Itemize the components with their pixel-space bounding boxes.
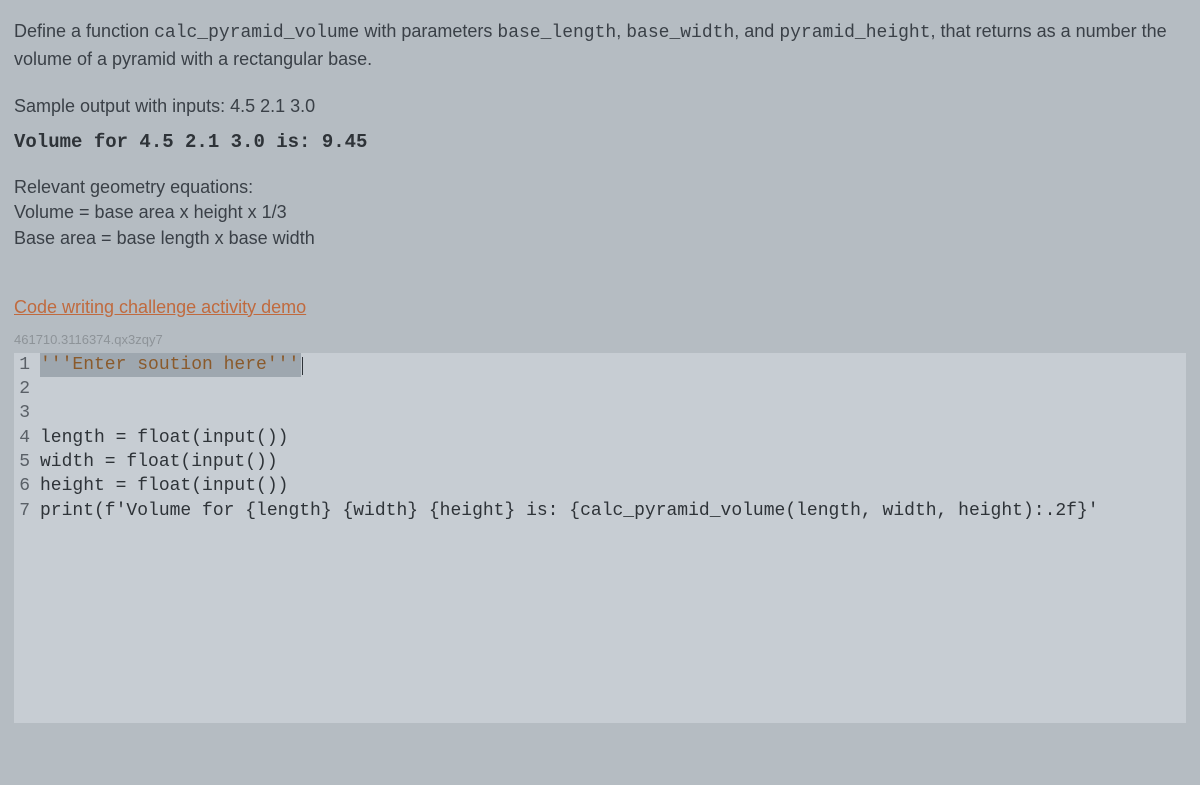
param-3: pyramid_height [779,23,930,43]
code-line: 7 print(f'Volume for {length} {width} {h… [14,499,1186,523]
sample-output-label: Sample output with inputs: 4.5 2.1 3.0 [14,96,1186,117]
param-2: base_width [626,23,734,43]
geometry-equations: Relevant geometry equations: Volume = ba… [14,175,1186,251]
line-number: 5 [14,450,40,474]
line-number: 1 [14,353,40,377]
sample-output-value: Volume for 4.5 2.1 3.0 is: 9.45 [14,131,1186,153]
fn-name: calc_pyramid_volume [154,23,359,43]
code-line: 4 length = float(input()) [14,426,1186,450]
param-1: base_length [497,23,616,43]
line-number: 6 [14,474,40,498]
editor-empty-area[interactable] [14,523,1186,723]
line-number: 3 [14,401,40,425]
code-line: 2 [14,377,1186,401]
line-number: 2 [14,377,40,401]
code-line: 1 '''Enter soution here''' [14,353,1186,377]
demo-link[interactable]: Code writing challenge activity demo [14,297,306,318]
text-cursor [302,357,303,375]
line-number: 7 [14,499,40,523]
desc-text: , [616,21,626,41]
code-content[interactable]: height = float(input()) [40,474,1186,498]
code-content[interactable]: width = float(input()) [40,450,1186,474]
code-content[interactable]: '''Enter soution here''' [40,353,1186,377]
desc-text: Define a function [14,21,154,41]
exercise-panel: Define a function calc_pyramid_volume wi… [0,0,1200,733]
geometry-eq-2: Base area = base length x base width [14,226,1186,251]
code-line: 5 width = float(input()) [14,450,1186,474]
question-id: 461710.3116374.qx3zqy7 [14,332,1186,347]
desc-text: , and [734,21,779,41]
geometry-heading: Relevant geometry equations: [14,175,1186,200]
code-line: 6 height = float(input()) [14,474,1186,498]
code-editor[interactable]: 1 '''Enter soution here''' 2 3 4 length … [14,353,1186,723]
problem-description: Define a function calc_pyramid_volume wi… [14,18,1186,72]
geometry-eq-1: Volume = base area x height x 1/3 [14,200,1186,225]
code-line: 3 [14,401,1186,425]
code-content[interactable]: length = float(input()) [40,426,1186,450]
code-content[interactable]: print(f'Volume for {length} {width} {hei… [40,499,1186,523]
desc-text: with parameters [359,21,497,41]
line-number: 4 [14,426,40,450]
